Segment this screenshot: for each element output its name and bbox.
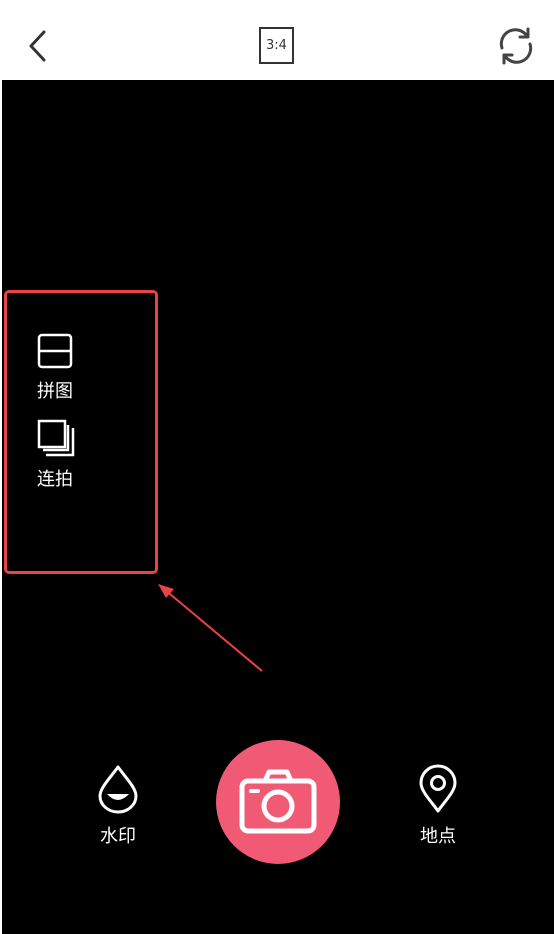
location-label: 地点 bbox=[420, 826, 456, 847]
location-button[interactable]: 地点 bbox=[403, 764, 473, 848]
watermark-label: 水印 bbox=[100, 826, 136, 847]
aspect-ratio-label: 3:4 bbox=[266, 38, 287, 53]
shutter-button[interactable] bbox=[216, 740, 340, 864]
watermark-button[interactable]: 水印 bbox=[83, 764, 153, 848]
collage-icon bbox=[37, 333, 73, 369]
collage-label: 拼图 bbox=[37, 381, 73, 402]
annotation-arrow bbox=[158, 584, 263, 672]
back-button[interactable] bbox=[22, 26, 56, 66]
watermark-drop-icon bbox=[98, 765, 138, 814]
top-bar: 3:4 bbox=[0, 0, 554, 80]
camera-switch-icon bbox=[499, 27, 533, 65]
chevron-left-icon bbox=[29, 30, 46, 62]
aspect-ratio-button[interactable]: 3:4 bbox=[259, 27, 294, 64]
camera-screen: 3:4 拼图 连拍 水印 地点 bbox=[0, 0, 554, 934]
burst-button[interactable]: 连拍 bbox=[37, 419, 97, 491]
camera-icon bbox=[239, 769, 317, 834]
switch-camera-button[interactable] bbox=[494, 24, 538, 68]
burst-icon bbox=[37, 419, 75, 457]
side-menu-highlight: 拼图 连拍 bbox=[4, 290, 158, 574]
location-pin-icon bbox=[419, 764, 457, 813]
collage-button[interactable]: 拼图 bbox=[37, 333, 97, 403]
burst-label: 连拍 bbox=[37, 469, 73, 490]
